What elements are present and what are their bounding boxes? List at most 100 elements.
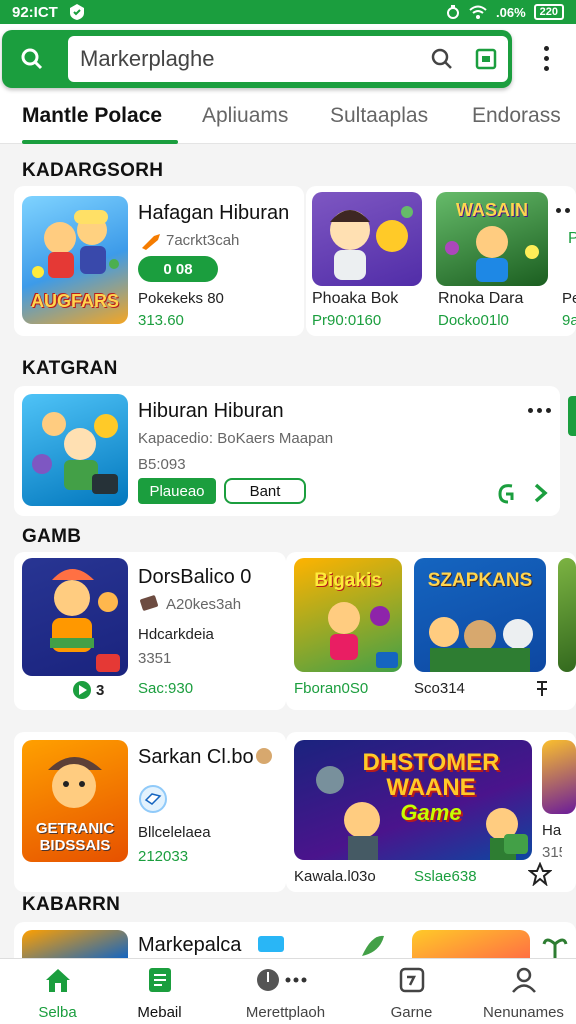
badge-icon (258, 936, 284, 952)
home-icon (45, 969, 70, 992)
alarm-icon (447, 5, 459, 19)
thumbnail-title: GETRANIC BIDSSAIS (35, 820, 115, 854)
tab-bar: Mantle Polace Apliuams Sultaaplas Endora… (0, 94, 576, 144)
play-icon[interactable] (72, 680, 92, 700)
game-thumbnail[interactable] (558, 558, 576, 672)
app-title: Pe (562, 290, 576, 307)
refresh-icon[interactable] (496, 482, 516, 504)
featured-app-card[interactable]: AUGFARS Hafagan Hiburan 7acrkt3cah 0 08 … (14, 186, 304, 336)
game-thumbnail (22, 558, 128, 676)
app-thumbnail[interactable] (312, 192, 422, 286)
game-thumbnail: GETRANIC BIDSSAIS (22, 740, 128, 862)
nav-item-profile[interactable]: Nenunames (466, 965, 576, 1021)
game-title: DorsBalico 0 (138, 566, 252, 588)
badge-icon (139, 785, 167, 813)
star-icon[interactable] (528, 862, 552, 886)
app-line: Pokekeks 80 (138, 290, 224, 307)
nav-item-home[interactable]: Selba (0, 965, 115, 1021)
secondary-action-button[interactable]: Bant (224, 478, 306, 504)
app-row: Phoaka Bok Pr90:0160 WASAIN Rnoka Dara D… (306, 186, 576, 336)
app-title: Hiburan Hiburan (138, 400, 284, 422)
battery-indicator: 220 (533, 4, 564, 20)
game-character-image (50, 569, 120, 672)
game-line: Hdcarkdeia (138, 626, 214, 643)
section-preview-row: Markepalca (14, 922, 576, 958)
game-title: Kawala.l03o (294, 868, 376, 885)
magnifier-icon[interactable] (430, 47, 454, 71)
primary-action-button[interactable]: Plaueao (138, 478, 216, 504)
tab-marketplace[interactable]: Mantle Polace (22, 104, 162, 128)
app-subtitle: 7acrkt3cah (166, 232, 240, 249)
user-icon (511, 967, 536, 993)
section-title: KATGRAN (22, 358, 118, 379)
game-row: Bigakis Fboran0S0 SZAPKANS Sco314 (286, 552, 576, 710)
list-icon (148, 968, 171, 992)
featured-app-card[interactable]: Hiburan Hiburan Kapacedio: BoKaers Maapa… (14, 386, 560, 516)
banner-line: DHSTOMER (362, 749, 500, 776)
search-box[interactable] (68, 36, 508, 82)
game-price: Sslae638 (414, 868, 477, 885)
section-title: GAMB (22, 526, 82, 547)
tab-endorsed[interactable]: Endorass (472, 104, 561, 128)
banner-line: Game (400, 800, 462, 825)
game-thumbnail[interactable]: Bigakis (294, 558, 402, 672)
game-subtitle: A20kes3ah (166, 596, 242, 613)
game-card[interactable]: DorsBalico 0 A20kes3ah Hdcarkdeia 3351 3… (14, 552, 286, 710)
game-thumbnail[interactable] (412, 930, 530, 958)
game-line: 3351 (138, 650, 172, 667)
nav-item-mobile[interactable]: Mebail (102, 965, 217, 1021)
game-title: Har (542, 822, 562, 839)
thumbnail-title: AUGFARS (30, 291, 119, 311)
game-thumbnail[interactable] (542, 740, 576, 814)
search-input[interactable] (80, 46, 410, 72)
rating-value: 0 08 (163, 260, 193, 278)
more-options-icon[interactable] (556, 208, 570, 213)
rating-pill[interactable]: 0 08 (138, 256, 218, 282)
scroll-edge-indicator (568, 396, 576, 436)
app-price: 9a (562, 312, 576, 329)
app-subtitle-secondary: B5:093 (138, 456, 186, 473)
app-subtitle: Kapacedio: BoKaers Maapan (138, 430, 334, 447)
more-options-icon[interactable] (528, 408, 551, 413)
nav-item-label: Nenunames (483, 1004, 564, 1021)
nav-item-marketplace[interactable]: Merettplaoh (228, 965, 343, 1021)
thumbnail-title: WASAIN (456, 200, 528, 220)
game-controller-icon (399, 967, 424, 993)
rating-value: 3 (96, 682, 105, 699)
game-title: Fboran0S0 (294, 680, 369, 697)
status-bar: 92:ICT .06% 220 (0, 0, 576, 24)
game-thumbnail[interactable] (22, 930, 128, 958)
game-title: Sarkan Cl.bo (138, 746, 254, 768)
search-icon[interactable] (20, 47, 44, 71)
tab-subscriptions[interactable]: Sultaaplas (330, 104, 428, 128)
downloads-icon (256, 969, 306, 991)
notification-icon (69, 4, 84, 20)
chocolate-icon (140, 595, 158, 611)
search-bar-container (2, 30, 512, 88)
overflow-menu-icon[interactable] (536, 46, 556, 76)
game-price: 212033 (138, 848, 189, 865)
signal-text: .06% (496, 4, 526, 20)
tab-apps[interactable]: Apliuams (202, 104, 288, 128)
app-thumbnail[interactable]: WASAIN (436, 192, 548, 286)
section-title: KADARGSORH (22, 160, 164, 181)
game-banner-thumbnail[interactable]: DHSTOMER WAANE Game (294, 740, 532, 860)
banner-line: WAANE (386, 774, 476, 801)
game-card[interactable]: GETRANIC BIDSSAIS Sarkan Cl.bo Bllcelela… (14, 732, 286, 892)
section-title: KABARRN (22, 894, 121, 915)
nav-item-label: Selba (38, 1004, 77, 1021)
pin-icon[interactable] (534, 680, 550, 698)
leaf-icon (362, 935, 384, 956)
rocket-icon (142, 234, 160, 250)
thumbnail-title: SZAPKANS (427, 570, 533, 591)
scan-icon[interactable] (474, 47, 498, 71)
nav-item-label: Mebail (137, 1004, 182, 1021)
chevron-right-icon[interactable] (530, 482, 550, 504)
app-title: Pe (568, 230, 576, 247)
banner-title: DHSTOMER WAANE Game (334, 750, 528, 825)
game-character-image (32, 412, 118, 494)
game-line: Bllcelelaea (138, 824, 211, 841)
game-thumbnail[interactable]: SZAPKANS (414, 558, 546, 672)
nav-item-games[interactable]: Garne (354, 965, 469, 1021)
game-character-image (330, 206, 413, 280)
